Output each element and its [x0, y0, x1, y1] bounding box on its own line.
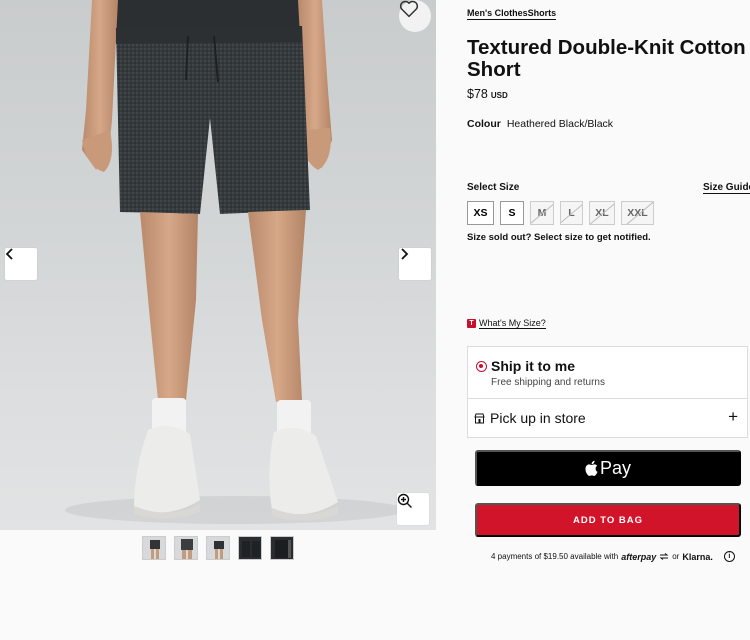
next-image-button[interactable] [399, 248, 431, 280]
afterpay-logo: afterpay [621, 551, 657, 562]
afterpay-arrows-icon [659, 553, 669, 560]
breadcrumb[interactable]: Men's ClothesShorts [467, 8, 557, 20]
select-size-label: Select Size [467, 182, 520, 193]
price-currency: USD [490, 91, 508, 100]
or-label: or [672, 552, 680, 561]
size-tag-icon: T [467, 319, 476, 328]
info-icon[interactable]: i [723, 551, 735, 562]
product-photo [65, 0, 405, 524]
size-option-xl[interactable]: XL [589, 201, 615, 225]
ship-title: Ship it to me [491, 358, 575, 374]
ship-subtitle: Free shipping and returns [491, 377, 605, 388]
apple-pay-label: Pay [599, 457, 632, 478]
wishlist-button[interactable] [399, 0, 431, 32]
size-option-xs[interactable]: XS [467, 201, 494, 225]
size-guide-link[interactable]: Size Guide [703, 182, 750, 194]
installments-text: 4 payments of $19.50 available with [491, 552, 619, 561]
size-selector: XS S M L XL XXL [467, 201, 654, 225]
apple-pay-button[interactable]: Pay [475, 450, 741, 486]
add-to-bag-button[interactable]: ADD TO BAG [475, 503, 741, 537]
thumbnail[interactable] [238, 536, 262, 560]
plus-icon[interactable]: + [728, 408, 738, 425]
pick-up-in-store-option[interactable]: Pick up in store + [468, 399, 747, 437]
pickup-title: Pick up in store [490, 410, 586, 426]
product-title: Textured Double-Knit Cotton Short [467, 36, 746, 81]
thumbnail[interactable] [270, 536, 294, 560]
heart-icon [399, 0, 419, 18]
size-option-s[interactable]: S [500, 201, 524, 225]
thumbnail[interactable] [174, 536, 198, 560]
colour-label: Colour [467, 118, 501, 130]
chevron-right-icon [401, 248, 409, 260]
thumbnail-strip [142, 536, 294, 560]
size-option-xxl[interactable]: XXL [621, 201, 654, 225]
chevron-left-icon [5, 248, 13, 260]
installments-note: 4 payments of $19.50 available with afte… [491, 551, 735, 562]
zoom-button[interactable] [397, 493, 429, 525]
size-option-l[interactable]: L [560, 201, 583, 225]
store-icon [474, 413, 485, 424]
size-soldout-note: Size sold out? Select size to get notifi… [467, 232, 651, 243]
product-image[interactable] [0, 0, 436, 530]
whats-my-size-label: What's My Size? [479, 318, 546, 329]
ship-radio[interactable] [476, 361, 487, 372]
delivery-options: Ship it to me Free shipping and returns … [467, 346, 748, 438]
product-price: $78 USD [467, 87, 508, 101]
klarna-logo: Klarna. [682, 551, 713, 562]
zoom-in-icon [397, 493, 412, 508]
ship-to-me-option[interactable]: Ship it to me Free shipping and returns [468, 347, 747, 399]
previous-image-button[interactable] [5, 248, 37, 280]
colour-row: Colour Heathered Black/Black [467, 118, 613, 130]
thumbnail[interactable] [142, 536, 166, 560]
whats-my-size-link[interactable]: T What's My Size? [467, 318, 546, 329]
colour-value: Heathered Black/Black [506, 118, 614, 130]
price-amount: $78 [467, 87, 488, 101]
thumbnail[interactable] [206, 536, 230, 560]
size-option-m[interactable]: M [530, 201, 554, 225]
apple-logo-icon [585, 460, 598, 476]
